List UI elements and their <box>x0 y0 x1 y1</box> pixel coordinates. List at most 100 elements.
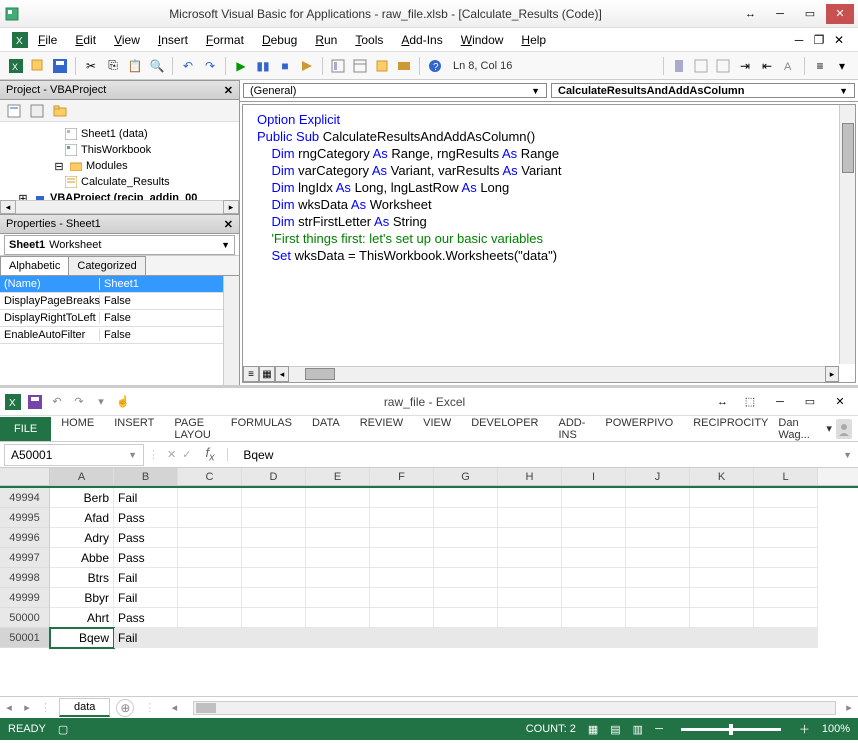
indent-button[interactable]: ⇥ <box>735 56 755 76</box>
code-line[interactable]: Dim lngIdx As Long, lngLastRow As Long <box>257 179 855 196</box>
cell[interactable] <box>178 588 242 608</box>
tab-review[interactable]: REVIEW <box>350 413 413 445</box>
hscroll-left-button[interactable]: ◂ <box>165 699 183 717</box>
cell[interactable] <box>370 608 434 628</box>
cancel-button[interactable]: ✕ <box>167 448 176 461</box>
table-row[interactable]: 49996AdryPass <box>0 528 858 548</box>
property-value[interactable]: Sheet1 <box>100 278 239 290</box>
enter-button[interactable]: ✓ <box>182 448 191 461</box>
tab-formulas[interactable]: FORMULAS <box>221 413 302 445</box>
cell[interactable] <box>626 628 690 648</box>
tab-scroll-left-button[interactable]: ◂ <box>0 699 18 717</box>
tab-reciprocity[interactable]: RECIPROCITY <box>683 413 778 445</box>
property-value[interactable]: False <box>100 329 239 341</box>
cell[interactable] <box>370 548 434 568</box>
menu-insert[interactable]: Insert <box>150 31 196 49</box>
cell[interactable] <box>370 588 434 608</box>
cell[interactable] <box>178 508 242 528</box>
cell[interactable] <box>306 608 370 628</box>
cell[interactable] <box>178 548 242 568</box>
cell[interactable] <box>690 508 754 528</box>
code-line[interactable]: 'First things first: let's set up our ba… <box>257 230 855 247</box>
column-header[interactable]: L <box>754 468 818 485</box>
horizontal-scrollbar[interactable] <box>193 701 836 715</box>
cell[interactable] <box>562 548 626 568</box>
cell[interactable]: Bqew <box>50 628 114 648</box>
formula-input[interactable]: Bqew <box>235 448 843 462</box>
cell[interactable] <box>178 628 242 648</box>
vertical-scrollbar[interactable] <box>839 105 855 364</box>
cell[interactable] <box>690 528 754 548</box>
cell[interactable] <box>626 548 690 568</box>
row-header[interactable]: 49994 <box>0 488 50 508</box>
cell[interactable] <box>434 608 498 628</box>
row-header[interactable]: 49995 <box>0 508 50 528</box>
scrollbar-thumb[interactable] <box>842 123 854 173</box>
code-line[interactable]: Set wksData = ThisWorkbook.Worksheets("d… <box>257 247 855 264</box>
row-header[interactable]: 49998 <box>0 568 50 588</box>
table-row[interactable]: 50001BqewFail <box>0 628 858 648</box>
cell[interactable]: Fail <box>114 628 178 648</box>
cell[interactable] <box>306 628 370 648</box>
close-pane-button[interactable]: ✕ <box>224 84 233 97</box>
cell[interactable]: Pass <box>114 548 178 568</box>
list-constants-button[interactable] <box>713 56 733 76</box>
run-button[interactable]: ▶ <box>231 56 251 76</box>
cell[interactable] <box>498 528 562 548</box>
insert-module-dropdown[interactable] <box>28 56 48 76</box>
property-value[interactable]: False <box>100 295 239 307</box>
cell[interactable] <box>306 568 370 588</box>
tab-developer[interactable]: DEVELOPER <box>461 413 548 445</box>
cell[interactable] <box>562 508 626 528</box>
cell[interactable] <box>562 528 626 548</box>
paste-button[interactable]: 📋 <box>125 56 145 76</box>
menu-format[interactable]: Format <box>198 31 252 49</box>
cell[interactable]: Fail <box>114 488 178 508</box>
tab-data[interactable]: DATA <box>302 413 350 445</box>
properties-object-select[interactable]: Sheet1 Worksheet ▼ <box>0 234 239 256</box>
menu-view[interactable]: View <box>106 31 148 49</box>
close-button[interactable]: ✕ <box>826 4 854 24</box>
qat-customize-button[interactable]: ▾ <box>92 393 110 411</box>
tab-scroll-right-button[interactable]: ▸ <box>18 699 36 717</box>
full-module-view-button[interactable]: ▦ <box>259 366 275 382</box>
break-button[interactable]: ▮▮ <box>253 56 273 76</box>
table-row[interactable]: 49997AbbePass <box>0 548 858 568</box>
project-tree[interactable]: Sheet1 (data) ThisWorkbook ⊟ Modules Cal… <box>0 122 239 214</box>
project-explorer-button[interactable] <box>328 56 348 76</box>
scroll-right-button[interactable]: ▸ <box>223 200 239 214</box>
cell[interactable] <box>690 488 754 508</box>
table-row[interactable]: 49998BtrsFail <box>0 568 858 588</box>
tab-insert[interactable]: INSERT <box>104 413 164 445</box>
cell[interactable] <box>306 508 370 528</box>
design-mode-button[interactable] <box>297 56 317 76</box>
code-line[interactable]: Dim wksData As Worksheet <box>257 196 855 213</box>
scrollbar-thumb[interactable] <box>196 703 216 713</box>
cell[interactable]: Pass <box>114 508 178 528</box>
tree-node-sheet[interactable]: Sheet1 (data) <box>4 126 239 142</box>
minimize-button[interactable]: ─ <box>766 392 794 412</box>
cell[interactable]: Pass <box>114 608 178 628</box>
normal-view-button[interactable]: ▦ <box>588 723 598 736</box>
cell[interactable] <box>690 588 754 608</box>
cell[interactable] <box>242 608 306 628</box>
view-code-button[interactable] <box>4 101 24 121</box>
cell[interactable]: Abbe <box>50 548 114 568</box>
tab-page-layou[interactable]: PAGE LAYOU <box>164 413 220 445</box>
tab-add-ins[interactable]: ADD-INS <box>548 413 595 445</box>
cell[interactable] <box>370 568 434 588</box>
table-row[interactable]: 50000AhrtPass <box>0 608 858 628</box>
menu-run[interactable]: Run <box>307 31 345 49</box>
code-line[interactable]: Public Sub CalculateResultsAndAddAsColum… <box>257 128 855 145</box>
cell[interactable] <box>434 508 498 528</box>
cell[interactable] <box>754 488 818 508</box>
cell[interactable] <box>754 588 818 608</box>
sheet-tab-data[interactable]: data <box>59 698 110 717</box>
cell[interactable]: Afad <box>50 508 114 528</box>
toolbox-button[interactable] <box>394 56 414 76</box>
close-button[interactable]: ✕ <box>826 392 854 412</box>
maximize-button[interactable]: ▭ <box>796 392 824 412</box>
cell[interactable] <box>370 628 434 648</box>
save-button[interactable] <box>50 56 70 76</box>
cell[interactable] <box>626 568 690 588</box>
